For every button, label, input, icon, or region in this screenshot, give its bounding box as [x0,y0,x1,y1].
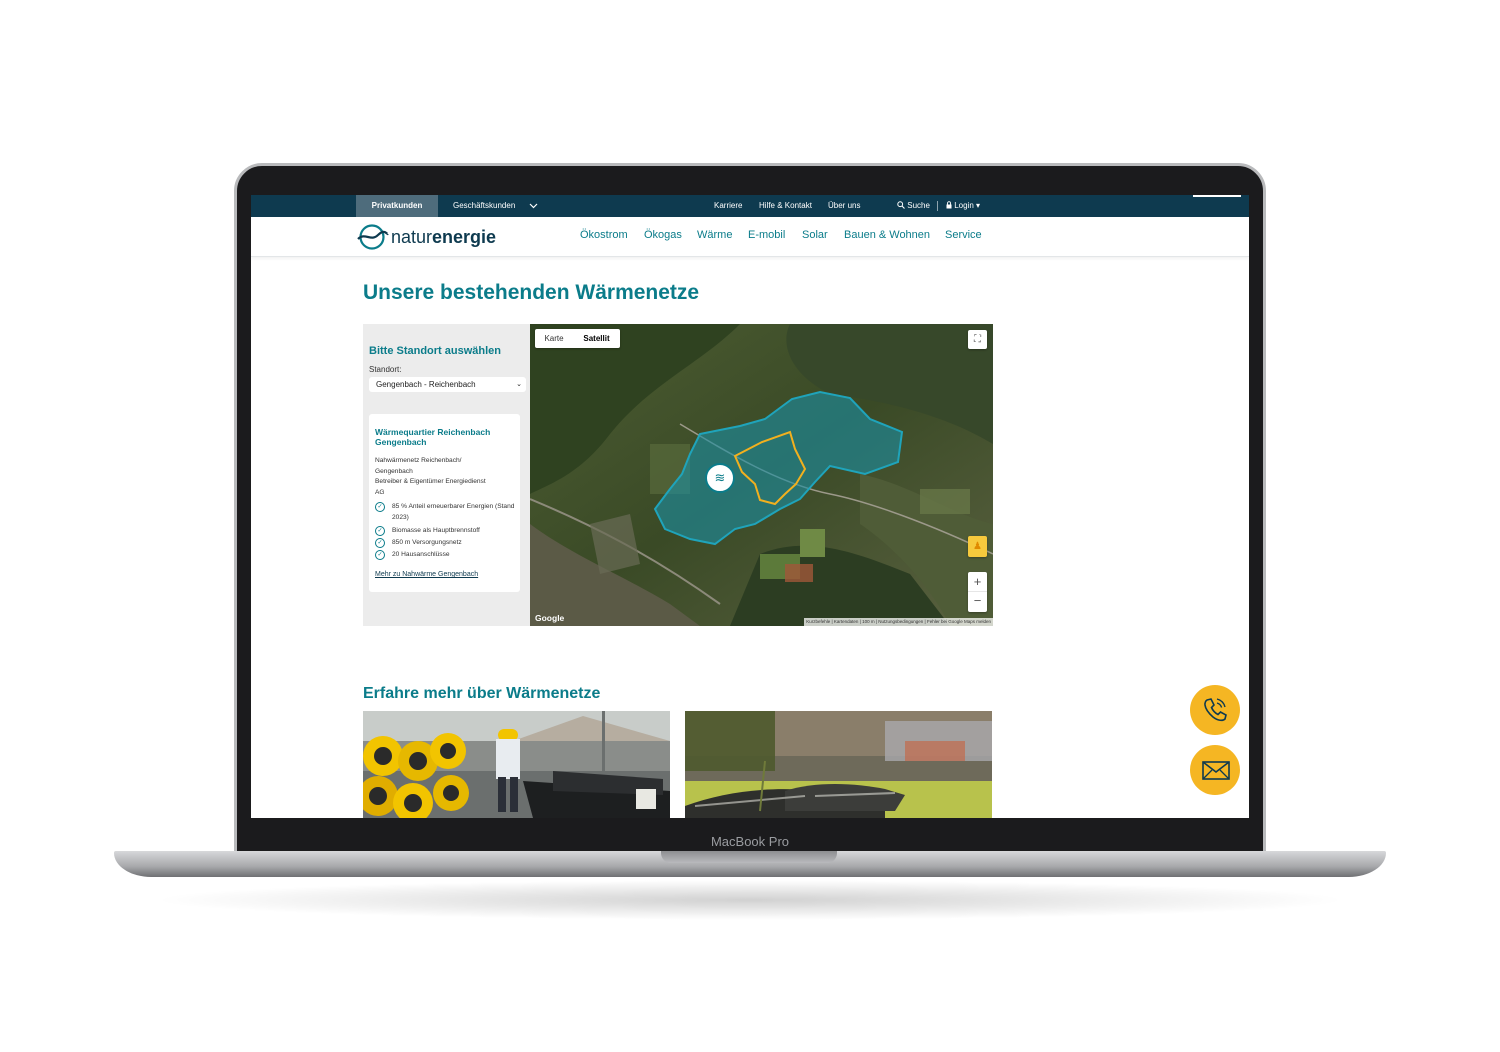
card-title: Wärmequartier Reichenbach Gengenbach [375,427,491,447]
tab-privatkunden[interactable]: Privatkunden [356,195,438,217]
nav-oekostrom[interactable]: Ökostrom [580,229,628,241]
map[interactable]: ≋ Karte Satellit ⛶ ♟ + − Google Kurzbefe… [530,324,993,626]
nav-waerme[interactable]: Wärme [697,229,732,241]
top-accent [1193,195,1241,197]
locator-heading: Bitte Standort auswählen [369,345,502,357]
chevron-down-icon: ⌄ [516,381,522,388]
location-label: Standort: [369,365,402,374]
location-select[interactable]: Gengenbach - Reichenbach ⌄ [369,377,526,392]
mail-contact-button[interactable] [1190,745,1240,795]
link-hilfe-kontakt[interactable]: Hilfe & Kontakt [759,195,812,217]
feature-item: ✓ 850 m Versorgungsnetz [375,538,515,549]
lock-icon [946,201,952,209]
feature-item: ✓ Biomasse als Hauptbrennstoff [375,526,515,537]
street-view-pegman-icon[interactable]: ♟ [968,536,987,557]
laptop-notch [661,851,837,863]
mail-icon [1202,761,1230,780]
card-description: Nahwärmenetz Reichenbach/ Gengenbach Bet… [375,457,486,496]
zoom-in-button[interactable]: + [968,572,987,592]
location-card: Wärmequartier Reichenbach Gengenbach Nah… [369,414,520,592]
login-link[interactable]: Login ▾ [946,195,980,217]
card-more-link[interactable]: Mehr zu Nahwärme Gengenbach [375,571,478,578]
zoom-control: + − [968,572,987,612]
feature-item: ✓ 85 % Anteil erneuerbarer Energien (Sta… [375,502,515,523]
google-logo: Google [535,613,565,623]
stage: MacBook Pro Privatkunden Geschäftskunden… [0,0,1500,1052]
divider [937,201,938,211]
check-circle-icon: ✓ [375,502,385,512]
search-link[interactable]: Suche [897,195,930,217]
check-circle-icon: ✓ [375,526,385,536]
phone-contact-button[interactable] [1190,685,1240,735]
laptop-shadow [150,880,1350,920]
map-type-control: Karte Satellit [535,329,620,348]
nav-oekogas[interactable]: Ökogas [644,229,682,241]
link-karriere[interactable]: Karriere [714,195,742,217]
map-type-satellit[interactable]: Satellit [573,329,620,348]
teaser-image-construction[interactable] [363,711,670,818]
nav-solar[interactable]: Solar [802,229,828,241]
check-circle-icon: ✓ [375,550,385,560]
map-attribution[interactable]: Kurzbefehle | Kartendaten | 100 m | Nutz… [804,618,993,626]
satellite-imagery [530,324,993,626]
heat-network-marker-icon[interactable]: ≋ [705,463,735,493]
page-title: Unsere bestehenden Wärmenetze [363,281,700,304]
teaser-image-pipes[interactable] [685,711,992,818]
tab-geschaeftskunden[interactable]: Geschäftskunden [453,195,515,217]
main-nav: naturenergie Ökostrom Ökogas Wärme E-mob… [251,217,1249,257]
search-icon [897,201,905,209]
logo-mark-icon [357,224,389,250]
link-ueber-uns[interactable]: Über uns [828,195,860,217]
fullscreen-icon[interactable]: ⛶ [968,330,987,349]
top-bar: Privatkunden Geschäftskunden Karriere Hi… [251,195,1249,217]
zoom-out-button[interactable]: − [968,592,987,612]
locator-panel: Bitte Standort auswählen Standort: Genge… [363,324,530,626]
nav-bauen-wohnen[interactable]: Bauen & Wohnen [844,229,930,241]
login-label: Login [954,201,974,210]
location-select-value: Gengenbach - Reichenbach [376,380,476,389]
phone-icon [1204,698,1227,722]
map-type-karte[interactable]: Karte [535,329,573,348]
nav-e-mobil[interactable]: E-mobil [748,229,785,241]
device-label: MacBook Pro [710,834,790,849]
browser-screen: Privatkunden Geschäftskunden Karriere Hi… [251,195,1249,818]
nav-service[interactable]: Service [945,229,982,241]
logo-wordmark: naturenergie [391,227,497,247]
section-title: Erfahre mehr über Wärmenetze [363,685,601,702]
chevron-down-icon[interactable] [529,195,538,217]
check-circle-icon: ✓ [375,538,385,548]
feature-item: ✓ 20 Hausanschlüsse [375,550,515,561]
caret-down-icon: ▾ [976,201,981,210]
search-label: Suche [907,201,930,210]
